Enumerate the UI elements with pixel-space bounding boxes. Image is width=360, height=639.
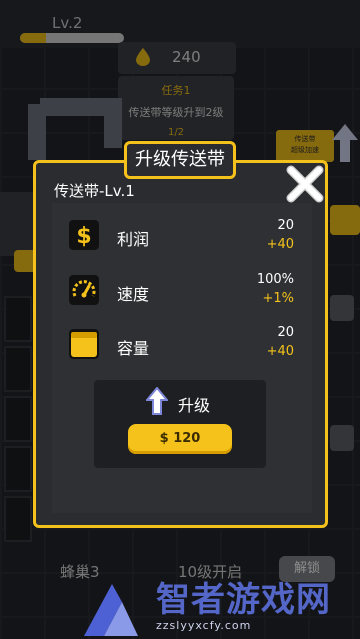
close-icon[interactable] xyxy=(285,164,325,204)
dialog-title: 升级传送带 xyxy=(124,141,236,179)
upgrade-label: 升级 xyxy=(178,396,211,415)
stat-value-speed: 100% xyxy=(256,272,294,287)
stat-value-profit: 20 xyxy=(277,218,294,233)
speedometer-icon xyxy=(69,275,99,305)
upgrade-price-button[interactable]: $ 120 xyxy=(128,424,232,454)
stat-name-capacity: 容量 xyxy=(117,339,150,358)
stat-name-profit: 利润 xyxy=(117,230,150,249)
item-title: 传送带-Lv.1 xyxy=(54,182,135,200)
watermark-text: 智者游戏网 xyxy=(156,580,331,620)
watermark-url: zzslyyxcfy.com xyxy=(156,619,252,632)
stat-bonus-profit: +40 xyxy=(266,237,294,252)
stat-name-speed: 速度 xyxy=(117,285,150,304)
svg-text:$: $ xyxy=(76,224,91,249)
upgrade-arrow-icon xyxy=(146,387,168,415)
watermark: 智者游戏网 zzslyyxcfy.com xyxy=(74,572,360,639)
stat-bonus-speed: +1% xyxy=(262,291,294,306)
stat-bonus-capacity: +40 xyxy=(266,344,294,359)
watermark-logo-icon xyxy=(84,584,138,636)
box-icon xyxy=(69,329,99,359)
stat-value-capacity: 20 xyxy=(277,325,294,340)
dollar-icon: $ xyxy=(69,220,99,250)
